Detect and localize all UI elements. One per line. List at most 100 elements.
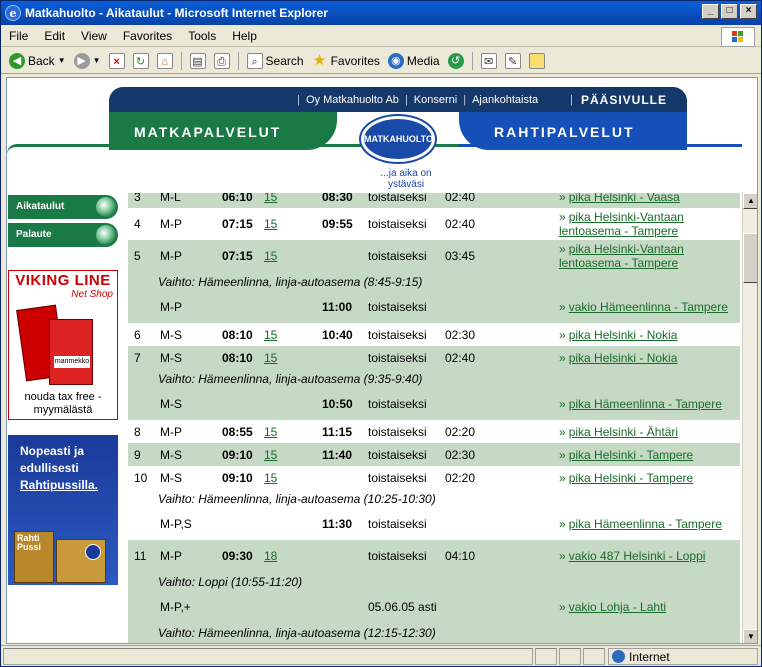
platform-link[interactable]: 15 xyxy=(264,217,277,231)
ad-subtitle: Net Shop xyxy=(71,289,113,300)
scroll-up-icon[interactable]: ▲ xyxy=(743,193,757,209)
rahtipussi-ad[interactable]: Nopeasti ja edullisesti Rahtipussilla. R… xyxy=(8,435,118,585)
page-icon[interactable]: ▤ xyxy=(189,52,206,69)
route-link[interactable]: pika Helsinki - Nokia xyxy=(569,351,678,365)
platform-link[interactable]: 15 xyxy=(264,328,277,342)
link-oy-matkahuolto[interactable]: Oy Matkahuolto Ab xyxy=(306,94,399,106)
search-button[interactable]: ⌕ Search xyxy=(246,52,304,69)
route-link[interactable]: pika Helsinki-Vantaan lentoasema - Tampe… xyxy=(559,210,684,238)
link-konserni[interactable]: Konserni xyxy=(414,94,457,106)
forward-button[interactable]: ▶ ▼ xyxy=(73,52,101,69)
row-number xyxy=(128,642,154,643)
arrow-icon: » xyxy=(559,350,566,365)
arrival-time xyxy=(316,540,362,572)
back-button[interactable]: ◀ Back ▼ xyxy=(9,52,66,69)
table-row: Vaihto: Hämeenlinna, linja-autoasema (8:… xyxy=(128,272,740,291)
menu-tools[interactable]: Tools xyxy=(188,29,216,43)
platform-link[interactable]: 15 xyxy=(264,249,277,263)
media-icon: ◉ xyxy=(387,52,404,69)
favorites-label: Favorites xyxy=(330,53,380,68)
row-number xyxy=(128,591,154,623)
back-arrow-icon: ◀ xyxy=(9,52,25,69)
route-link[interactable]: pika Helsinki - Ähtäri xyxy=(569,425,678,439)
nav-aikataulut[interactable]: Aikataulut xyxy=(8,195,118,219)
title-bar: e Matkahuolto - Aikataulut - Microsoft I… xyxy=(1,1,761,25)
validity: toistaiseksi xyxy=(368,470,427,485)
duration xyxy=(439,642,553,643)
platform-link[interactable]: 15 xyxy=(264,351,277,365)
arrow-icon: » xyxy=(559,447,566,462)
page-viewport: | Oy Matkahuolto Ab | Konserni | Ajankoh… xyxy=(6,77,758,644)
media-button[interactable]: ◉ Media xyxy=(387,52,440,69)
edit-icon[interactable]: ✎ xyxy=(504,52,521,69)
maximize-button[interactable]: □ xyxy=(721,4,738,19)
link-paasivulle[interactable]: PÄÄSIVULLE xyxy=(581,93,667,107)
weekdays: M-P xyxy=(160,217,182,231)
duration xyxy=(439,291,553,323)
menu-edit[interactable]: Edit xyxy=(44,29,65,43)
transfer-note: Vaihto: Hämeenlinna, linja-autoasema (10… xyxy=(158,491,436,506)
arrival-time xyxy=(316,240,362,272)
link-ajankohtaista[interactable]: Ajankohtaista xyxy=(472,94,538,106)
menu-favorites[interactable]: Favorites xyxy=(123,29,172,43)
arrival-time: 10:50 xyxy=(322,397,353,411)
platform-link[interactable]: 18 xyxy=(264,549,277,563)
print-icon[interactable]: ⎙ xyxy=(213,52,230,69)
menu-help[interactable]: Help xyxy=(232,29,257,43)
arrow-icon: » xyxy=(559,517,566,531)
arrow-icon: » xyxy=(559,470,566,485)
note-icon[interactable] xyxy=(528,52,545,69)
route-link[interactable]: pika Helsinki - Tampere xyxy=(569,471,694,485)
table-row: M-P,S 11:30 toistaiseksi » pika Hämeenlinna … xyxy=(128,508,740,540)
platform-link[interactable]: 15 xyxy=(264,193,277,204)
nav-palaute[interactable]: Palaute xyxy=(8,223,118,247)
weekdays: M-P xyxy=(160,249,182,263)
duration: 03:45 xyxy=(445,249,476,263)
arrival-time: 09:55 xyxy=(322,217,353,231)
mail-icon[interactable]: ✉ xyxy=(480,52,497,69)
platform-link[interactable]: 15 xyxy=(264,471,277,485)
refresh-icon[interactable]: ↻ xyxy=(132,52,149,69)
transfer-note: Vaihto: Loppi (10:55-11:20) xyxy=(158,574,303,589)
route-link[interactable]: vakio Hämeenlinna - Tampere xyxy=(569,300,728,314)
menu-file[interactable]: File xyxy=(9,29,28,43)
arrow-icon: » xyxy=(559,397,566,411)
platform-link[interactable]: 15 xyxy=(264,425,277,439)
close-button[interactable]: × xyxy=(740,4,757,19)
route-link[interactable]: pika Hämeenlinna - Tampere xyxy=(569,517,722,531)
validity: toistaiseksi xyxy=(368,517,427,531)
minimize-button[interactable]: _ xyxy=(702,4,719,19)
menu-view[interactable]: View xyxy=(81,29,107,43)
stop-icon[interactable]: × xyxy=(108,52,125,69)
table-row: 3 M-L 06:10 15 08:30 toistaiseksi 02:40 » pika H… xyxy=(128,193,740,208)
duration: 02:20 xyxy=(445,424,476,439)
row-number: 5 xyxy=(134,249,141,263)
vertical-scrollbar[interactable]: ▲ ▼ xyxy=(742,193,757,643)
route-link[interactable]: vakio 487 Helsinki - Loppi xyxy=(569,549,706,563)
route-link[interactable]: pika Helsinki-Vantaan lentoasema - Tampe… xyxy=(559,242,684,270)
platform-link[interactable]: 15 xyxy=(264,448,277,462)
home-icon[interactable]: ⌂ xyxy=(156,52,173,69)
matkahuolto-logo[interactable]: MATKAHUOLTO xyxy=(361,116,435,162)
bullet-icon xyxy=(96,197,116,217)
favorites-button[interactable]: ★ Favorites xyxy=(312,52,380,69)
scroll-down-icon[interactable]: ▼ xyxy=(743,629,757,643)
route-link[interactable]: pika Helsinki - Nokia xyxy=(569,328,678,342)
arrival-time: 11:00 xyxy=(322,300,353,314)
tagline: ...ja aika on ystäväsi xyxy=(380,168,432,190)
route-link[interactable]: pika Helsinki - Vaasa xyxy=(569,193,680,204)
ad-footer: nouda tax free -myymälästä xyxy=(24,391,102,416)
route-link[interactable]: vakio Lohja - Lahti xyxy=(569,600,666,614)
route-link[interactable]: pika Helsinki - Tampere xyxy=(569,448,694,462)
weekdays: M-S xyxy=(160,397,182,411)
scroll-thumb[interactable] xyxy=(743,233,757,283)
route-link[interactable]: pika Hämeenlinna - Tampere xyxy=(569,397,722,411)
history-icon[interactable]: ↺ xyxy=(447,52,464,69)
departure-time: 07:15 xyxy=(222,249,253,263)
table-row: Vaihto: Hämeenlinna, linja-autoasema (12… xyxy=(128,623,740,642)
departure-time: 07:15 xyxy=(222,217,253,231)
departure-time xyxy=(216,591,258,623)
weekdays: M-P,+ xyxy=(160,600,191,614)
table-row: M-P 11:00 toistaiseksi » vakio Hämeenlinna -… xyxy=(128,291,740,323)
viking-line-ad[interactable]: VIKING LINE Net Shop marimekko nouda tax… xyxy=(8,270,118,420)
